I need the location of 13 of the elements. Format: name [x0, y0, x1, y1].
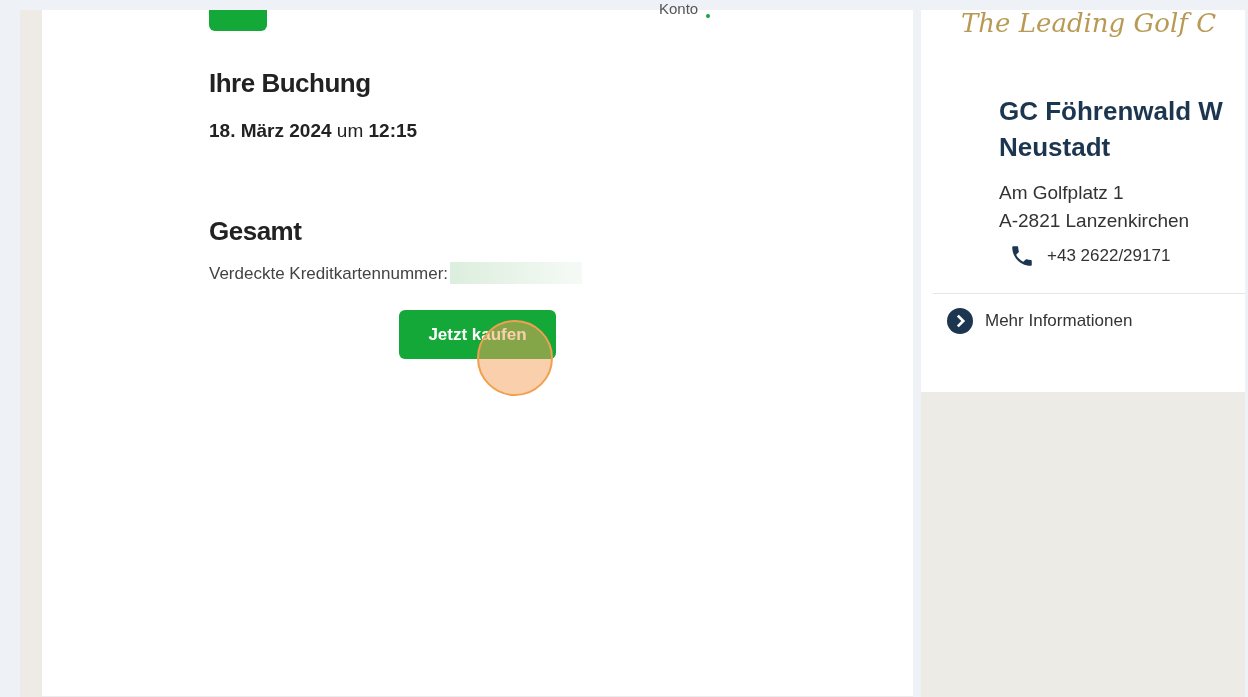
club-name: GC Föhrenwald W Neustadt: [999, 95, 1224, 164]
card-number-label: Verdeckte Kreditkartennummer:: [209, 262, 449, 285]
chevron-circle-icon: [947, 308, 973, 334]
logo-text: The Leading Golf C: [961, 10, 1218, 40]
booking-title: Ihre Buchung: [209, 67, 372, 100]
account-label[interactable]: Konto: [659, 1, 699, 16]
phone-icon: [1009, 243, 1035, 269]
booking-datetime: 18. März 2024 um 12:15: [209, 119, 419, 143]
more-info-link[interactable]: Mehr Informationen: [985, 308, 1133, 334]
address-line: A-2821 Lanzenkirchen: [999, 209, 1191, 233]
total-title: Gesamt: [209, 214, 303, 248]
address-line: Am Golfplatz 1: [999, 181, 1125, 205]
phone-number[interactable]: +43 2622/29171: [1047, 243, 1171, 269]
